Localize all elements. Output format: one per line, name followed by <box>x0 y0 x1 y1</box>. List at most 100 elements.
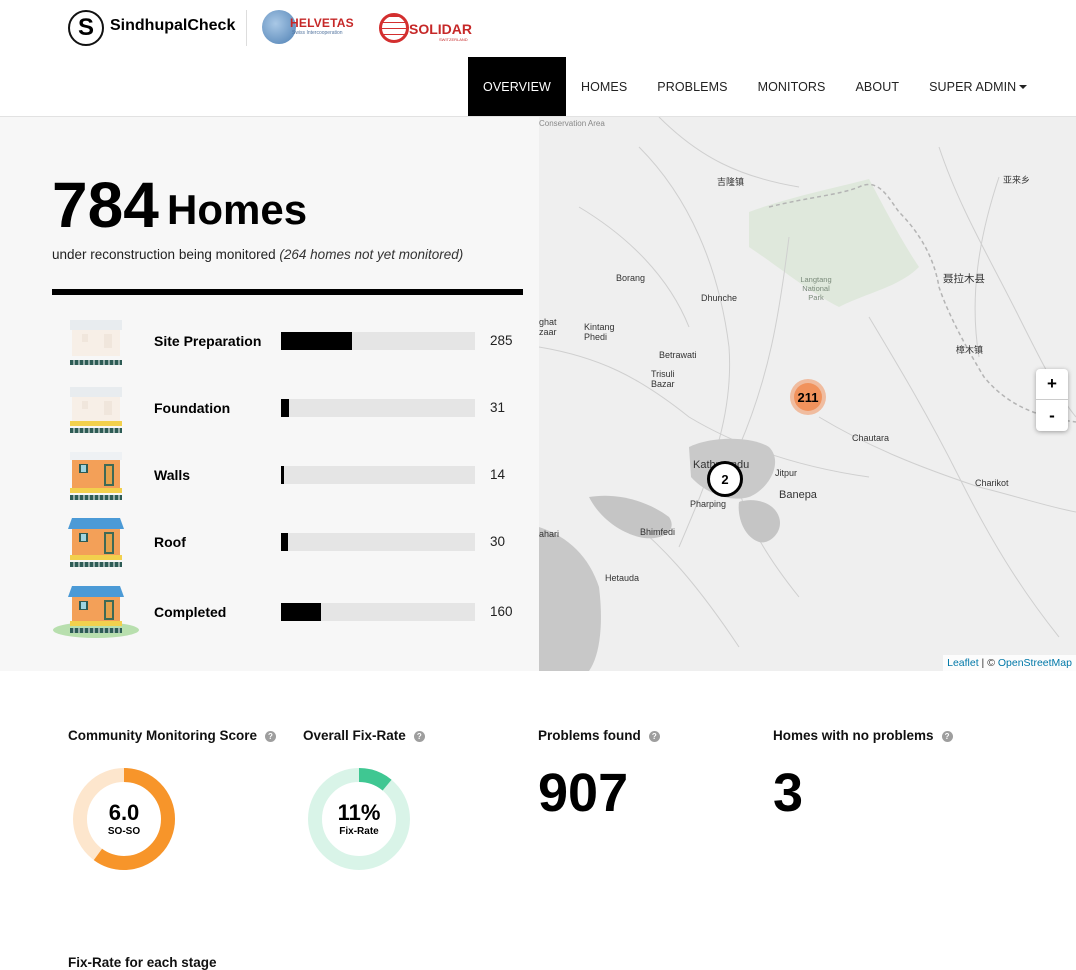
stage-progress-fill <box>281 603 321 621</box>
stage-label: Completed <box>154 604 227 620</box>
no-problems-title: Homes with no problems? <box>773 728 953 743</box>
nav-homes[interactable]: HOMES <box>566 57 642 116</box>
stage-row-completed[interactable]: Completed 160 <box>52 583 523 643</box>
stage-label: Foundation <box>154 400 231 416</box>
no-problems-title-text: Homes with no problems <box>773 728 934 743</box>
map-cluster-marker[interactable]: 2 <box>707 461 743 497</box>
attribution-separator: | © <box>978 657 998 669</box>
fix-rate-label: Fix-Rate <box>339 825 379 837</box>
zoom-out-button[interactable]: - <box>1036 400 1068 431</box>
nav-monitors[interactable]: MONITORS <box>743 57 841 116</box>
map-label-trisuli: Trisuli Bazar <box>651 369 675 389</box>
map-label-bhimfedi: Bhimfedi <box>640 527 676 537</box>
stage-progress-bar <box>281 399 475 417</box>
map-attribution: Leaflet | © OpenStreetMap <box>943 655 1076 671</box>
nav-super-admin[interactable]: SUPER ADMIN <box>914 57 1042 116</box>
community-score-label: SO-SO <box>107 825 141 837</box>
nav-super-admin-label: SUPER ADMIN <box>929 79 1017 94</box>
stage-row-walls[interactable]: Walls 14 <box>52 448 523 508</box>
map-label-yalai: 亚来乡 <box>1003 175 1031 185</box>
solidar-name: SOLIDAR <box>409 21 472 37</box>
map-label-conservation: Conservation Area <box>539 119 605 128</box>
monitored-caption: under reconstruction being monitored (26… <box>52 247 463 262</box>
solidar-logo: SOLIDAR SWITZERLAND <box>379 12 479 46</box>
zoom-control: + - <box>1036 369 1068 431</box>
stage-progress-fill <box>281 332 352 350</box>
stage-row-roof[interactable]: Roof 30 <box>52 515 523 575</box>
brand-name[interactable]: SindhupalCheck <box>110 17 235 35</box>
map-label-borang: Borang <box>616 273 646 283</box>
stage-progress-fill <box>281 466 285 484</box>
gauge-text: 11% Fix-Rate <box>308 768 410 870</box>
map-label-nyalam: 聂拉木县 <box>943 273 985 285</box>
help-icon[interactable]: ? <box>413 730 425 742</box>
help-icon[interactable]: ? <box>265 730 276 742</box>
map-label-dhunche: Dhunche <box>701 293 738 303</box>
fix-rate-value: 11% <box>337 799 381 825</box>
stage-row-site-preparation[interactable]: Site Preparation 285 <box>52 314 523 374</box>
cluster-count: 211 <box>794 383 822 411</box>
community-score-value: 6.0 <box>108 799 140 825</box>
stage-progress-bar <box>281 533 475 551</box>
solidar-subtitle: SWITZERLAND <box>439 37 468 42</box>
site-preparation-house-icon <box>70 320 122 365</box>
stage-count: 30 <box>490 534 506 549</box>
no-problems-value: 3 <box>773 763 804 823</box>
solidar-globe-icon <box>379 13 409 43</box>
problems-found-value: 907 <box>538 763 629 823</box>
home-count-unit: Homes <box>167 186 308 233</box>
walls-house-icon <box>70 452 122 500</box>
helvetas-subtitle: Swiss Intercooperation <box>292 30 343 36</box>
fix-rate-gauge: 11% Fix-Rate <box>308 768 410 870</box>
fix-rate-title: Overall Fix-Rate? <box>303 728 425 743</box>
map-label-banepa: Banepa <box>779 489 817 501</box>
map-label-langtang: Langtang National Park <box>800 275 832 302</box>
map-label-jitpur: Jitpur <box>775 468 798 478</box>
map-label-zaar: zaar <box>539 327 557 337</box>
stage-progress-fill <box>281 533 289 551</box>
helvetas-logo: HELVETAS Swiss Intercooperation <box>262 10 362 46</box>
fix-rate-title-text: Overall Fix-Rate <box>303 728 406 743</box>
help-icon[interactable]: ? <box>941 730 953 742</box>
map-label-kintang: Kintang Phedi <box>584 322 615 342</box>
nav-problems[interactable]: PROBLEMS <box>642 57 742 116</box>
stage-count: 285 <box>490 333 513 348</box>
home-count: 784 <box>52 169 159 241</box>
openstreetmap-link[interactable]: OpenStreetMap <box>998 657 1072 669</box>
stage-progress-fill <box>281 399 289 417</box>
nav-overview[interactable]: OVERVIEW <box>468 57 566 116</box>
map-label-charikot: Charikot <box>975 478 1009 488</box>
gauge-text: 6.0 SO-SO <box>73 768 175 870</box>
completed-house-icon <box>53 586 139 638</box>
zoom-in-button[interactable]: + <box>1036 369 1068 400</box>
community-score-gauge: 6.0 SO-SO <box>73 768 175 870</box>
help-icon[interactable]: ? <box>648 730 660 742</box>
map-cluster-marker[interactable]: 211 <box>790 379 826 415</box>
map[interactable]: Conservation Area 吉隆镇 亚来乡 Borang Dhunche… <box>539 117 1076 671</box>
summary-divider <box>52 289 523 295</box>
foundation-house-icon <box>70 387 122 433</box>
leaflet-link[interactable]: Leaflet <box>947 657 979 669</box>
stage-count: 160 <box>490 604 513 619</box>
stage-progress-bar <box>281 332 475 350</box>
roof-house-icon <box>68 518 124 567</box>
nav-about[interactable]: ABOUT <box>841 57 915 116</box>
stage-label: Roof <box>154 534 186 550</box>
brand-divider <box>246 10 247 46</box>
map-label-zhangmu: 樟木镇 <box>956 345 984 355</box>
helvetas-name: HELVETAS <box>290 16 354 30</box>
main-nav: OVERVIEW HOMES PROBLEMS MONITORS ABOUT S… <box>468 57 1042 116</box>
map-label-ghat: ghat <box>539 317 557 327</box>
community-score-title: Community Monitoring Score? <box>68 728 276 743</box>
brand-logo-icon[interactable]: S <box>68 10 104 46</box>
map-label-pharping: Pharping <box>690 499 727 509</box>
summary-panel: 784 Homes under reconstruction being mon… <box>0 117 539 671</box>
map-label-hetauda: Hetauda <box>605 573 640 583</box>
stage-label: Site Preparation <box>154 333 262 349</box>
community-score-title-text: Community Monitoring Score <box>68 728 257 743</box>
map-label-chautara: Chautara <box>852 433 890 443</box>
stage-progress-bar <box>281 603 475 621</box>
not-monitored-text: (264 homes not yet monitored) <box>279 247 464 262</box>
stage-row-foundation[interactable]: Foundation 31 <box>52 381 523 441</box>
map-label-ahari: ahari <box>539 529 560 539</box>
